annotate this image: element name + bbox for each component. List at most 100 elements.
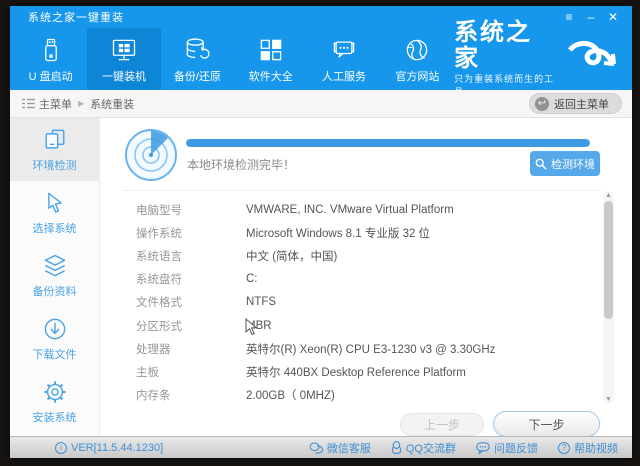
table-row: 主板 英特尔 440BX Desktop Reference Platform (136, 360, 576, 383)
row-label: 分区形式 (136, 320, 182, 333)
row-value: 英特尔 440BX Desktop Reference Platform (246, 366, 466, 379)
nav-item-label: U 盘启动 (28, 70, 73, 83)
status-link-label: 帮助视频 (574, 442, 618, 455)
table-row: 操作系统 Microsoft Windows 8.1 专业版 32 位 (136, 221, 576, 244)
usb-drive-icon (37, 35, 65, 65)
detection-status-text: 本地环境检测完毕！ (187, 158, 296, 172)
info-icon: i (55, 441, 67, 454)
row-value: 英特尔(R) Xeon(R) CPU E3-1230 v3 @ 3.30GHz (246, 343, 496, 356)
help-icon: ? (558, 441, 570, 454)
nav-item-software[interactable]: 软件大全 (234, 28, 307, 90)
row-value: Microsoft Windows 8.1 专业版 32 位 (246, 227, 431, 240)
row-label: 内存条 (136, 390, 171, 403)
scroll-up-icon[interactable]: ▲ (603, 192, 614, 200)
app-window: 系统之家一键重装 ≡ – ✕ U 盘启动 一键装机 备份/还原 软件大全 人工服… (10, 6, 632, 458)
search-icon (535, 158, 547, 170)
menu-icon[interactable]: ≡ (558, 8, 580, 26)
cursor-icon (41, 189, 69, 217)
status-link-label: 问题反馈 (494, 442, 538, 455)
wechat-icon (309, 441, 323, 454)
support-chat-icon (330, 35, 358, 65)
sidebar-item-label: 安装系统 (32, 412, 77, 424)
row-label: 系统盘符 (136, 274, 182, 287)
row-value: 中文 (简体，中国) (246, 250, 338, 263)
brand-logo: 系统之家 只为重装系统而生的工具 (454, 19, 632, 97)
breadcrumb-separator-icon: ▶ (78, 99, 85, 108)
list-icon (22, 98, 35, 109)
layers-icon (41, 252, 69, 280)
help-video-link[interactable]: ? 帮助视频 (558, 440, 618, 456)
sidebar-item-env-check[interactable]: 环境检测 (10, 118, 99, 181)
database-restore-icon (183, 35, 211, 65)
row-value: NTFS (246, 296, 277, 309)
return-main-menu-button[interactable]: ↩ 返回主菜单 (529, 93, 622, 114)
nav-item-backup-restore[interactable]: 备份/还原 (161, 28, 234, 90)
status-link-label: QQ交流群 (405, 442, 456, 455)
status-link-label: 微信客服 (326, 442, 371, 455)
row-label: 文件格式 (136, 297, 182, 310)
system-info-table: 电脑型号 VMWARE, INC. VMware Virtual Platfor… (136, 198, 576, 407)
version-info: i VER[11.5.44.1230] (55, 441, 164, 454)
vertical-scrollbar[interactable]: ▲ ▼ (603, 192, 614, 404)
row-value: VMWARE, INC. VMware Virtual Platform (246, 203, 454, 216)
screens-icon (41, 126, 69, 154)
sidebar-item-backup-data[interactable]: 备份资料 (10, 244, 99, 307)
monitor-windows-icon (109, 35, 139, 65)
sidebar-item-install-system[interactable]: 安装系统 (10, 370, 99, 433)
section-divider (124, 190, 602, 191)
breadcrumb-root[interactable]: 主菜单 (39, 96, 72, 112)
nav-item-label: 官方网站 (395, 70, 440, 83)
table-row: 电脑型号 VMWARE, INC. VMware Virtual Platfor… (136, 198, 576, 221)
statusbar: i VER[11.5.44.1230] 微信客服 QQ交流群 问题反馈 ? 帮助… (10, 436, 632, 458)
feedback-link[interactable]: 问题反馈 (476, 440, 538, 456)
sidebar-item-download-files[interactable]: 下载文件 (10, 307, 99, 370)
table-row: 文件格式 NTFS (136, 291, 576, 314)
table-row: 内存条 2.00GB（ 0MHZ) (136, 384, 576, 407)
row-label: 系统语言 (136, 250, 182, 263)
nav-item-support[interactable]: 人工服务 (307, 28, 380, 90)
detection-progress-fill (186, 139, 590, 147)
close-icon[interactable]: ✕ (602, 8, 624, 26)
row-label: 处理器 (136, 343, 171, 356)
feedback-bubble-icon (476, 441, 490, 454)
radar-icon (124, 128, 178, 182)
row-label: 主板 (136, 366, 159, 379)
qq-group-link[interactable]: QQ交流群 (391, 440, 456, 456)
detect-environment-button[interactable]: 检测环境 (530, 151, 600, 176)
qq-penguin-icon (391, 441, 402, 454)
nav-item-usb-boot[interactable]: U 盘启动 (14, 28, 87, 90)
sidebar: 环境检测 选择系统 备份资料 下载文件 安装系统 (10, 118, 100, 436)
table-row: 系统盘符 C: (136, 268, 576, 291)
back-button-label: 返回主菜单 (554, 98, 609, 111)
nav-item-label: 软件大全 (248, 70, 293, 83)
nav-item-one-key-install[interactable]: 一键装机 (87, 28, 161, 90)
row-value: C: (246, 273, 258, 286)
sidebar-item-label: 备份资料 (32, 286, 77, 298)
sidebar-item-label: 环境检测 (32, 160, 77, 172)
detect-button-label: 检测环境 (551, 158, 595, 171)
wechat-service-link[interactable]: 微信客服 (309, 440, 371, 456)
next-step-button[interactable]: 下一步 (493, 411, 600, 437)
back-arrow-icon: ↩ (535, 96, 549, 111)
minimize-icon[interactable]: – (580, 8, 602, 26)
sidebar-item-label: 下载文件 (32, 349, 77, 361)
globe-icon (403, 35, 431, 65)
software-grid-icon (257, 35, 285, 65)
breadcrumb-current: 系统重装 (90, 98, 135, 111)
nav-item-label: 一键装机 (102, 70, 147, 83)
gear-icon (41, 378, 69, 406)
previous-step-button[interactable]: 上一步 (400, 413, 484, 436)
brand-swoosh-icon (564, 38, 622, 80)
brand-name: 系统之家 (454, 18, 533, 72)
scroll-down-icon[interactable]: ▼ (603, 396, 614, 404)
sidebar-item-label: 选择系统 (32, 223, 77, 235)
scrollbar-thumb[interactable] (604, 201, 613, 319)
nav-item-label: 备份/还原 (173, 70, 221, 83)
table-row: 系统语言 中文 (简体，中国) (136, 244, 576, 267)
row-label: 操作系统 (136, 227, 182, 240)
version-text: VER[11.5.44.1230] (71, 441, 164, 454)
mouse-pointer-icon (245, 318, 257, 336)
nav-item-label: 人工服务 (322, 70, 367, 83)
nav-item-website[interactable]: 官方网站 (381, 28, 454, 90)
sidebar-item-select-system[interactable]: 选择系统 (10, 181, 99, 244)
